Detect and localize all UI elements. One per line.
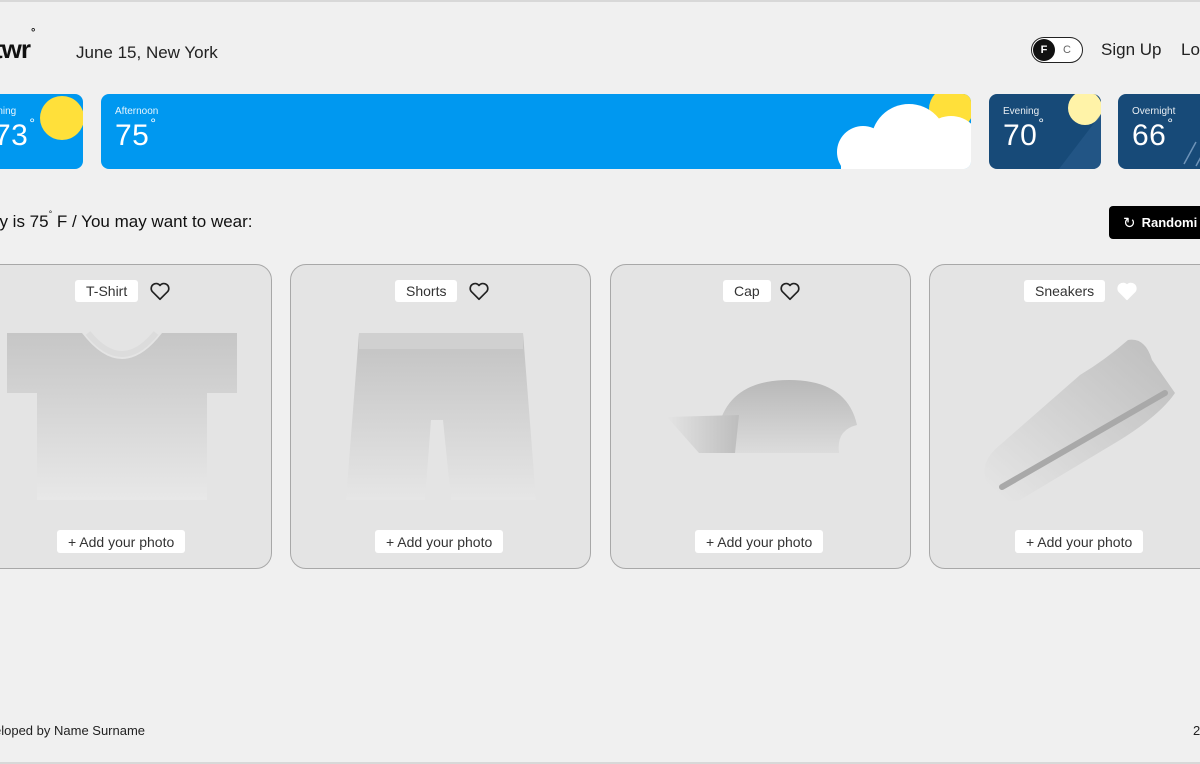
clothing-card-tshirt[interactable]: T-Shirt + Add your photo [0,264,272,569]
forecast-card-evening[interactable]: Evening 70° [989,94,1101,169]
heart-icon[interactable] [779,280,801,302]
randomize-button[interactable]: ↻ Randomi [1109,206,1200,239]
forecast-temp: 70° [1003,115,1045,152]
forecast-card-morning[interactable]: rning 73° [0,94,83,169]
clothing-card-shorts[interactable]: Shorts + Add your photo [290,264,591,569]
add-photo-button[interactable]: + Add your photo [1015,530,1144,553]
unit-toggle[interactable]: F C [1031,37,1083,63]
heart-icon[interactable] [149,280,171,302]
footer-credit: eloped by Name Surname [0,723,146,738]
forecast-period: Evening [1003,106,1040,117]
footer-year: 2 [1193,723,1200,738]
item-name: T-Shirt [75,280,139,302]
sun-cloud-icon [837,94,971,169]
item-name: Shorts [395,280,458,302]
date-location: June 15, New York [76,43,218,62]
randomize-label: Randomi [1141,215,1198,230]
forecast-card-afternoon[interactable]: Afternoon 75° [101,94,971,169]
signup-link[interactable]: Sign Up [1101,40,1161,60]
item-name: Sneakers [1024,280,1106,302]
cap-icon [667,380,857,453]
heart-icon[interactable] [468,280,490,302]
shorts-icon [346,333,536,500]
refresh-icon: ↻ [1123,214,1136,232]
forecast-period: rning [0,106,17,117]
recommendation-text: ay is 75° F / You may want to wear: [0,209,253,231]
unit-fahrenheit[interactable]: F [1033,39,1055,61]
clothing-card-cap[interactable]: Cap + Add your photo [610,264,911,569]
forecast-temp: 75° [115,115,157,152]
top-border [0,0,1200,2]
clothing-card-sneakers[interactable]: Sneakers + Add your photo [929,264,1200,569]
heart-filled-icon[interactable] [1116,280,1138,302]
forecast-temp: 73° [0,115,36,152]
sneaker-icon [984,339,1175,502]
add-photo-button[interactable]: + Add your photo [57,530,186,553]
add-photo-button[interactable]: + Add your photo [695,530,824,553]
add-photo-button[interactable]: + Add your photo [375,530,504,553]
unit-celsius[interactable]: C [1057,39,1077,61]
login-link[interactable]: Lo [1181,40,1200,60]
app-logo[interactable]: twr° [0,27,36,65]
forecast-card-overnight[interactable]: Overnight 66° [1118,94,1200,169]
tshirt-icon [7,331,237,500]
forecast-temp: 66° [1132,115,1174,152]
item-name: Cap [723,280,771,302]
